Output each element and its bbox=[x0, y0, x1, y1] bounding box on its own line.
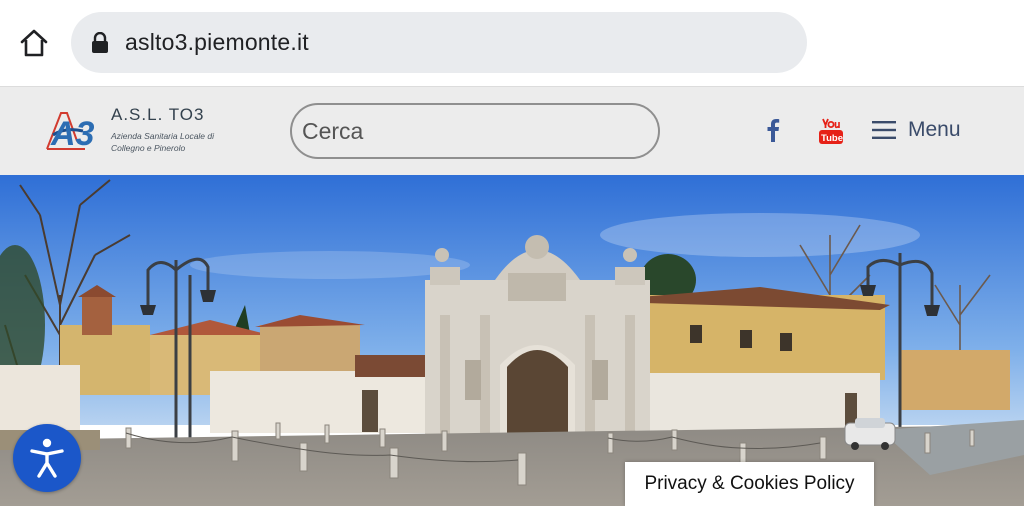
browser-chrome: aslto3.piemonte.it bbox=[0, 0, 1024, 86]
url-text: aslto3.piemonte.it bbox=[125, 29, 309, 55]
search-input[interactable] bbox=[302, 117, 658, 145]
lock-icon bbox=[92, 31, 108, 53]
facebook-icon[interactable] bbox=[762, 117, 784, 143]
youtube-icon[interactable]: Tube bbox=[818, 117, 844, 145]
logo-mark-text: A3 bbox=[50, 115, 95, 153]
site-header: A3 A.S.L. TO3 Azienda Sanitaria Locale d… bbox=[0, 86, 1024, 175]
asl-logo-icon: A3 bbox=[46, 112, 95, 153]
accessibility-button[interactable] bbox=[13, 424, 81, 492]
site-logo[interactable]: A3 A.S.L. TO3 Azienda Sanitaria Locale d… bbox=[45, 103, 215, 159]
svg-text:Tube: Tube bbox=[821, 133, 843, 144]
hero-banner-image bbox=[0, 175, 1024, 506]
logo-title: A.S.L. TO3 bbox=[111, 105, 205, 124]
home-icon[interactable] bbox=[18, 27, 50, 59]
search-field[interactable] bbox=[290, 103, 660, 159]
address-bar[interactable]: aslto3.piemonte.it bbox=[71, 12, 807, 73]
accessibility-icon bbox=[30, 438, 64, 478]
menu-label: Menu bbox=[908, 118, 961, 141]
logo-subtitle: Azienda Sanitaria Locale di Collegno e P… bbox=[111, 131, 215, 153]
hamburger-icon bbox=[872, 121, 896, 139]
privacy-cookies-link[interactable]: Privacy & Cookies Policy bbox=[625, 462, 874, 506]
menu-button[interactable]: Menu bbox=[872, 115, 961, 145]
